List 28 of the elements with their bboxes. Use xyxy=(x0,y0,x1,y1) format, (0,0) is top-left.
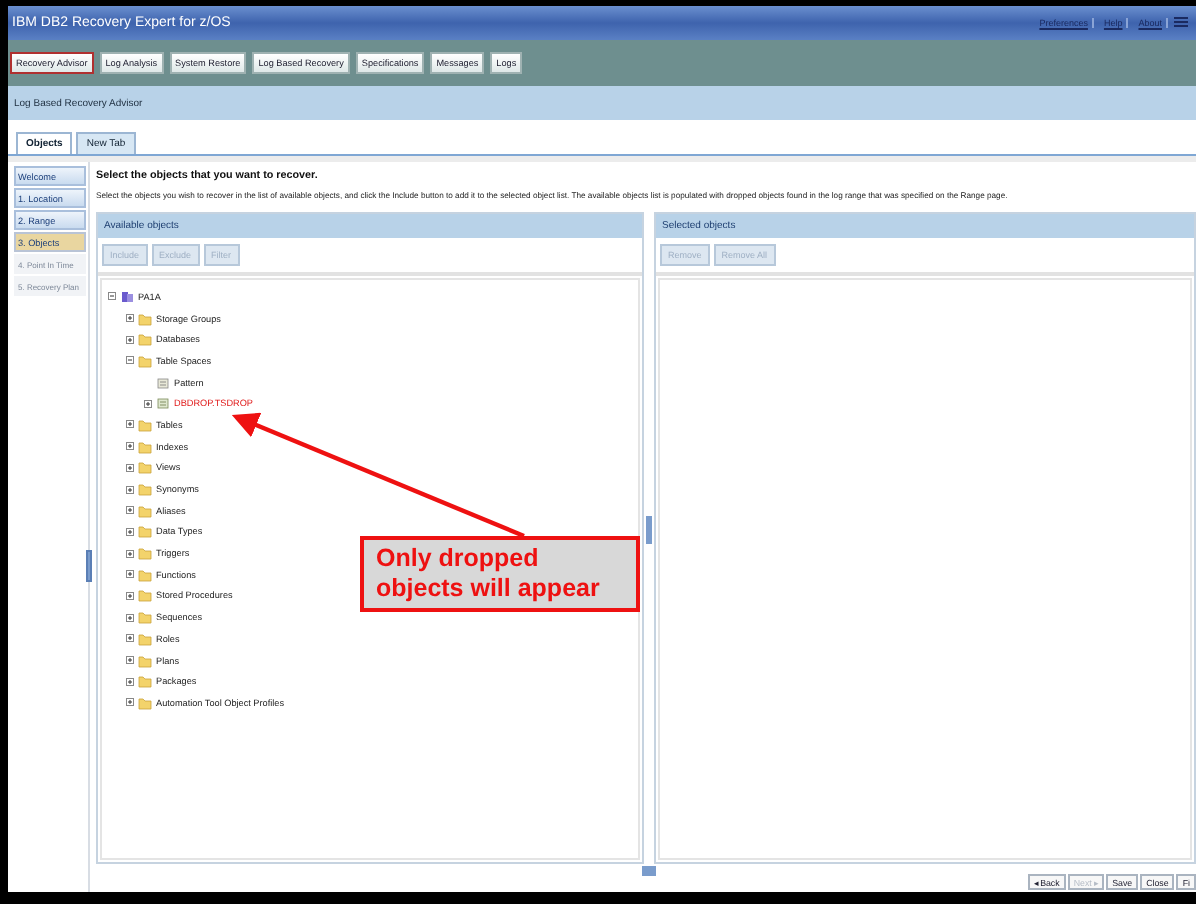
collapse-icon[interactable] xyxy=(108,292,116,301)
expand-icon[interactable] xyxy=(126,634,134,643)
splitter-handle[interactable] xyxy=(642,866,656,876)
splitter-handle[interactable] xyxy=(86,550,92,582)
expand-icon[interactable] xyxy=(126,570,134,579)
expand-icon[interactable] xyxy=(126,698,134,707)
expand-icon[interactable] xyxy=(126,485,134,494)
open-folder-icon xyxy=(138,353,152,368)
expand-icon[interactable] xyxy=(126,591,134,600)
database-server-icon xyxy=(120,289,134,304)
expand-icon[interactable] xyxy=(126,335,134,344)
collapse-icon[interactable] xyxy=(126,356,134,365)
expand-icon[interactable] xyxy=(126,656,134,665)
expand-icon[interactable] xyxy=(126,677,134,686)
expand-icon[interactable] xyxy=(126,613,134,622)
pattern-icon xyxy=(156,375,170,390)
expand-icon[interactable] xyxy=(126,506,134,515)
expand-icon[interactable] xyxy=(144,399,152,408)
expand-icon[interactable] xyxy=(126,420,134,429)
expand-icon[interactable] xyxy=(126,527,134,536)
tablespace-icon xyxy=(156,396,170,411)
expand-icon[interactable] xyxy=(126,549,134,558)
callout-text: Only dropped objects will appear xyxy=(360,536,640,612)
logo-icon xyxy=(1174,16,1188,30)
expand-icon[interactable] xyxy=(126,442,134,451)
splitter-handle[interactable] xyxy=(646,516,652,544)
expand-icon[interactable] xyxy=(126,314,134,323)
expand-icon[interactable] xyxy=(126,463,134,472)
